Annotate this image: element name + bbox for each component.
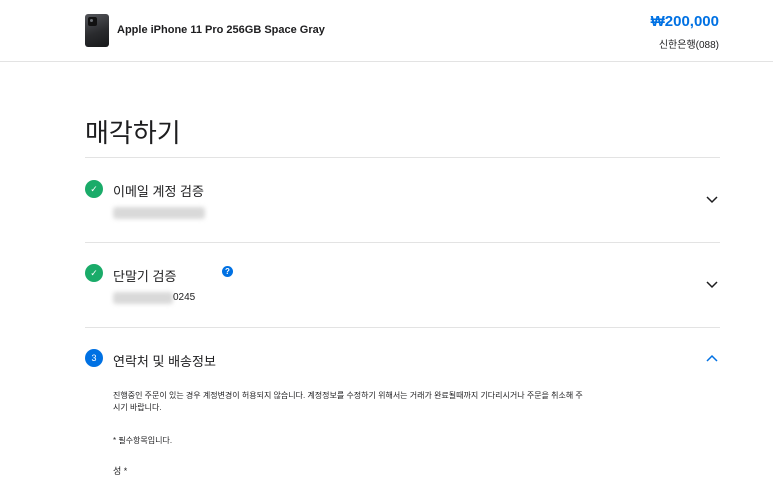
help-icon[interactable]: ? [222, 266, 233, 277]
header: Apple iPhone 11 Pro 256GB Space Gray ₩20… [0, 0, 773, 62]
step-number-badge: 3 [85, 349, 103, 367]
chevron-up-icon[interactable] [706, 354, 718, 362]
required-fields-note: * 필수항목입니다. [113, 436, 173, 445]
last-name-label: 성 * [113, 466, 128, 476]
blurred-email [113, 207, 205, 219]
device-id-suffix: 0245 [173, 292, 196, 303]
check-icon: ✓ [85, 264, 103, 282]
divider [85, 157, 720, 158]
divider [85, 242, 720, 243]
step-title-email-verification[interactable]: 이메일 계정 검증 [113, 181, 204, 200]
product-thumbnail [85, 14, 109, 47]
chevron-down-icon[interactable] [706, 281, 718, 289]
check-icon: ✓ [85, 180, 103, 198]
price: ₩200,000 [650, 13, 719, 30]
divider [85, 327, 720, 328]
blurred-device-id [113, 292, 173, 304]
step-title-device-verification[interactable]: 단말기 검증 [113, 266, 176, 285]
account-change-notice: 진행중인 주문이 있는 경우 계정변경이 허용되지 않습니다. 계정정보를 수정… [113, 391, 583, 412]
step-title-contact-shipping[interactable]: 연락처 및 배송정보 [113, 351, 216, 370]
chevron-down-icon[interactable] [706, 196, 718, 204]
bank-account: 신한은행(088) [658, 40, 719, 51]
product-name: Apple iPhone 11 Pro 256GB Space Gray [117, 24, 325, 36]
page-title: 매각하기 [85, 118, 181, 148]
